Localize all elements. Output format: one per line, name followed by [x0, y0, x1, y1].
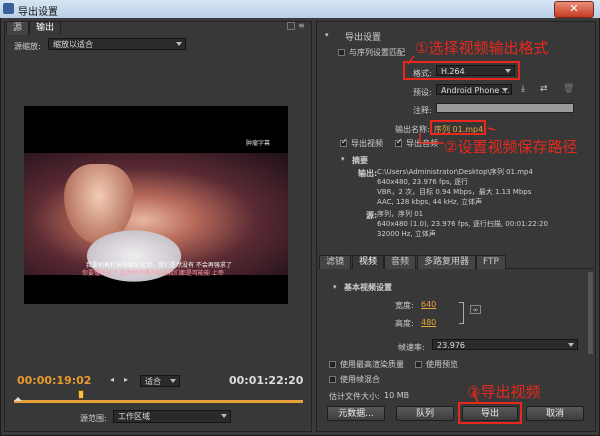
annotation-select-format: ①选择视频输出格式 — [415, 39, 549, 57]
annotation-arrows — [407, 55, 496, 403]
annotation-arrow-1 — [407, 55, 415, 65]
annotation-arrow-2 — [487, 127, 496, 131]
annotation-path-2 — [419, 133, 444, 144]
annotation-set-path: ②设置视频保存路径 — [444, 138, 578, 156]
annotation-export: ③导出视频 — [467, 383, 541, 401]
